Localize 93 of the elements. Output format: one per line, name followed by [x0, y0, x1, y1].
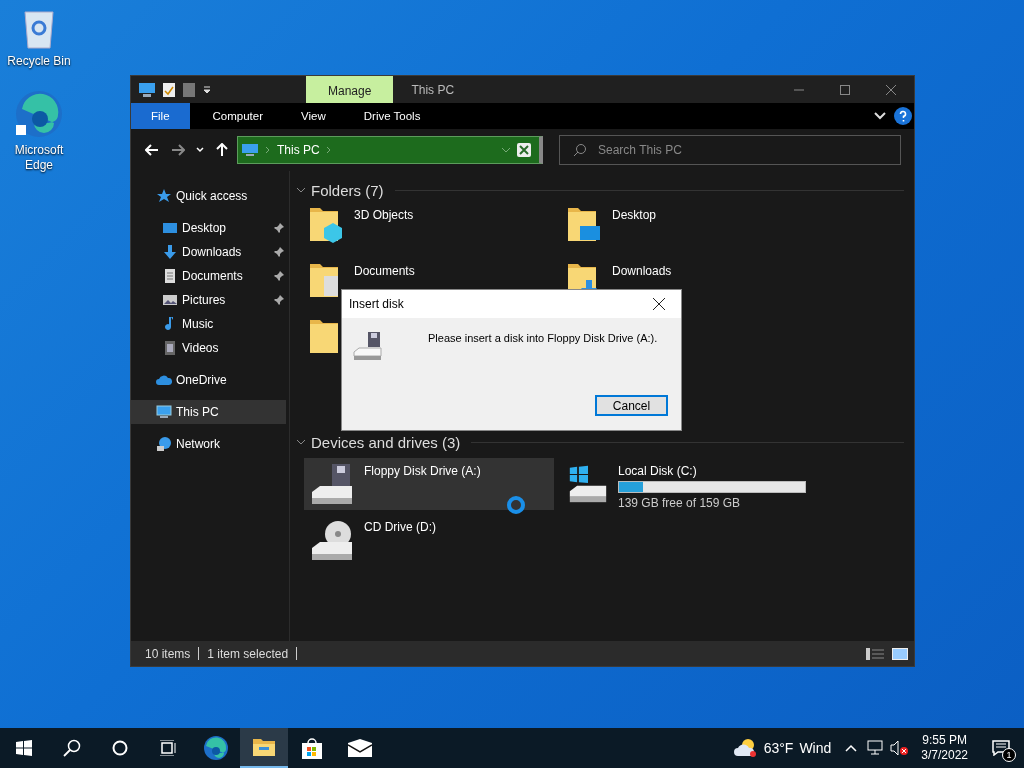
ribbon-tab[interactable]: Computer — [197, 103, 279, 129]
nav-item[interactable]: Quick access — [131, 184, 286, 208]
floppy-drive-icon — [310, 462, 354, 506]
nav-item[interactable]: Videos — [131, 336, 286, 360]
dialog-message: Please insert a disk into Floppy Disk Drive (A:). — [428, 332, 658, 344]
group-heading[interactable]: Devices and drives (3) — [311, 433, 461, 451]
ribbon-tab[interactable]: Drive Tools — [348, 103, 436, 129]
speech-bubble-icon — [992, 740, 1010, 756]
nav-item[interactable]: Desktop — [131, 216, 286, 240]
forward-arrow-icon — [171, 144, 185, 156]
stop-icon — [517, 143, 531, 157]
close-icon — [653, 298, 665, 310]
shortcut-label: Microsoft Edge — [13, 143, 65, 173]
collapse-chevron-icon — [296, 439, 306, 445]
selection-count: 1 item selected — [207, 646, 289, 661]
busy-ring-icon — [506, 495, 526, 515]
temperature[interactable]: 63°F — [763, 740, 794, 756]
drive-item[interactable]: Floppy Disk Drive (A:) — [304, 458, 554, 510]
folder-item[interactable]: Desktop — [566, 204, 824, 260]
details-view-icon — [866, 647, 884, 660]
properties-icon — [162, 81, 176, 98]
drive-item[interactable]: CD Drive (D:) — [304, 514, 554, 566]
cd-drive-icon — [310, 518, 354, 562]
nav-item[interactable]: Network — [131, 432, 286, 456]
desktop-shortcut[interactable]: Recycle Bin — [4, 6, 74, 69]
computer-icon — [138, 81, 156, 98]
computer-icon — [241, 143, 259, 157]
action-center-button[interactable]: 1 — [978, 728, 1024, 768]
new-folder-icon — [182, 81, 196, 98]
network-globe-icon — [156, 436, 172, 452]
maximize-icon — [840, 84, 850, 95]
window-title: This PC — [411, 82, 456, 97]
file-explorer-taskbar-button[interactable] — [240, 728, 288, 768]
chevron-down-icon — [501, 147, 511, 153]
cancel-button[interactable]: Cancel — [595, 395, 668, 416]
computer-icon — [156, 404, 172, 420]
folder-icon — [252, 737, 276, 757]
dialog-title: Insert disk — [349, 297, 405, 311]
up-arrow-icon — [216, 143, 228, 157]
picture-icon — [162, 292, 178, 308]
drive-name: Floppy Disk Drive (A:) — [364, 464, 481, 478]
desktop-shortcut[interactable]: Microsoft Edge — [4, 89, 74, 173]
nav-item[interactable]: Pictures — [131, 288, 286, 312]
film-icon — [162, 340, 178, 356]
nav-item[interactable]: This PC — [131, 400, 286, 424]
windows-logo-icon — [16, 740, 32, 756]
drive-item[interactable]: Local Disk (C:) 139 GB free of 159 GB — [562, 458, 812, 510]
back-arrow-icon — [145, 144, 159, 156]
shopping-bag-icon — [301, 737, 323, 759]
network-icon — [867, 740, 884, 756]
search-field[interactable]: Search This PC — [559, 135, 901, 165]
large-icons-view-icon — [892, 647, 908, 660]
clock[interactable]: 9:55 PM 3/7/2022 — [911, 733, 978, 763]
search-icon — [573, 143, 587, 157]
chevron-down-icon — [874, 112, 886, 120]
muted-speaker-icon — [890, 740, 909, 756]
nav-item[interactable]: Music — [131, 312, 286, 336]
monitor-icon — [162, 220, 178, 236]
caret-icon — [196, 147, 204, 153]
envelope-icon — [348, 739, 372, 757]
document-icon — [162, 268, 178, 284]
file-tab[interactable]: File — [131, 103, 190, 129]
folder-item[interactable]: 3D Objects — [308, 204, 566, 260]
nav-item[interactable]: Downloads — [131, 240, 286, 264]
search-icon — [63, 739, 81, 757]
group-heading[interactable]: Folders (7) — [311, 181, 384, 199]
free-space-label: 139 GB free of 159 GB — [618, 496, 742, 510]
drive-name: CD Drive (D:) — [364, 520, 436, 534]
shortcut-label: Recycle Bin — [6, 54, 72, 69]
chevron-right-icon — [325, 146, 332, 154]
weather-condition[interactable]: Wind — [799, 740, 832, 756]
collapse-chevron-icon — [296, 187, 306, 193]
close-icon — [886, 84, 896, 95]
item-count: 10 items — [145, 646, 191, 661]
ribbon-tab[interactable]: View — [286, 103, 341, 129]
notification-count: 1 — [1002, 748, 1016, 762]
star-icon — [156, 188, 172, 204]
nav-item[interactable]: Documents — [131, 264, 286, 288]
edge-logo-icon — [14, 89, 64, 139]
context-tab[interactable]: Manage — [306, 76, 394, 103]
chevron-up-icon — [845, 744, 858, 752]
floppy-drive-icon — [352, 330, 384, 362]
chevron-right-icon — [265, 146, 271, 154]
address-bar[interactable]: This PC — [237, 136, 543, 164]
cloudy-weather-icon — [733, 738, 758, 758]
breadcrumb[interactable]: This PC — [277, 143, 320, 157]
task-view-icon — [159, 740, 177, 756]
edge-logo-icon — [203, 735, 229, 761]
help-icon — [894, 107, 912, 125]
circle-icon — [112, 740, 128, 756]
nav-item[interactable]: OneDrive — [131, 368, 286, 392]
down-arrow-icon — [162, 244, 178, 260]
drive-name: Local Disk (C:) — [618, 464, 698, 478]
